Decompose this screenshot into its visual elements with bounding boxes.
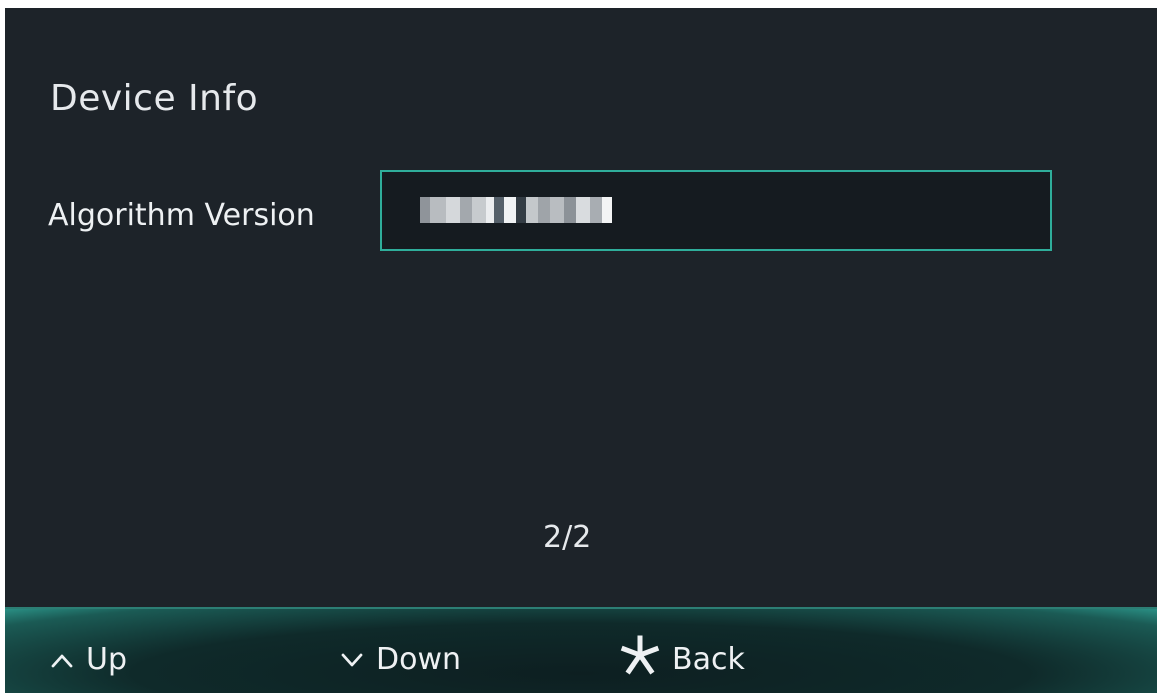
- back-button[interactable]: Back: [620, 635, 745, 679]
- page-indicator: 2/2: [543, 520, 592, 555]
- asterisk-icon: [620, 635, 660, 683]
- up-button[interactable]: Up: [50, 639, 127, 679]
- back-label: Back: [672, 641, 745, 677]
- page-title: Device Info: [50, 78, 259, 119]
- footer-nav-bar: Up Down Back: [5, 607, 1157, 693]
- device-info-screen: Device Info Algorithm Version 2/2 Up Dow…: [5, 8, 1157, 693]
- chevron-down-icon: [340, 642, 364, 677]
- down-label: Down: [376, 641, 462, 677]
- up-label: Up: [86, 641, 128, 677]
- down-button[interactable]: Down: [340, 639, 461, 679]
- algorithm-version-value-redacted: [420, 196, 612, 224]
- algorithm-version-label: Algorithm Version: [48, 198, 315, 233]
- algorithm-version-field[interactable]: [380, 170, 1052, 251]
- chevron-up-icon: [50, 642, 74, 677]
